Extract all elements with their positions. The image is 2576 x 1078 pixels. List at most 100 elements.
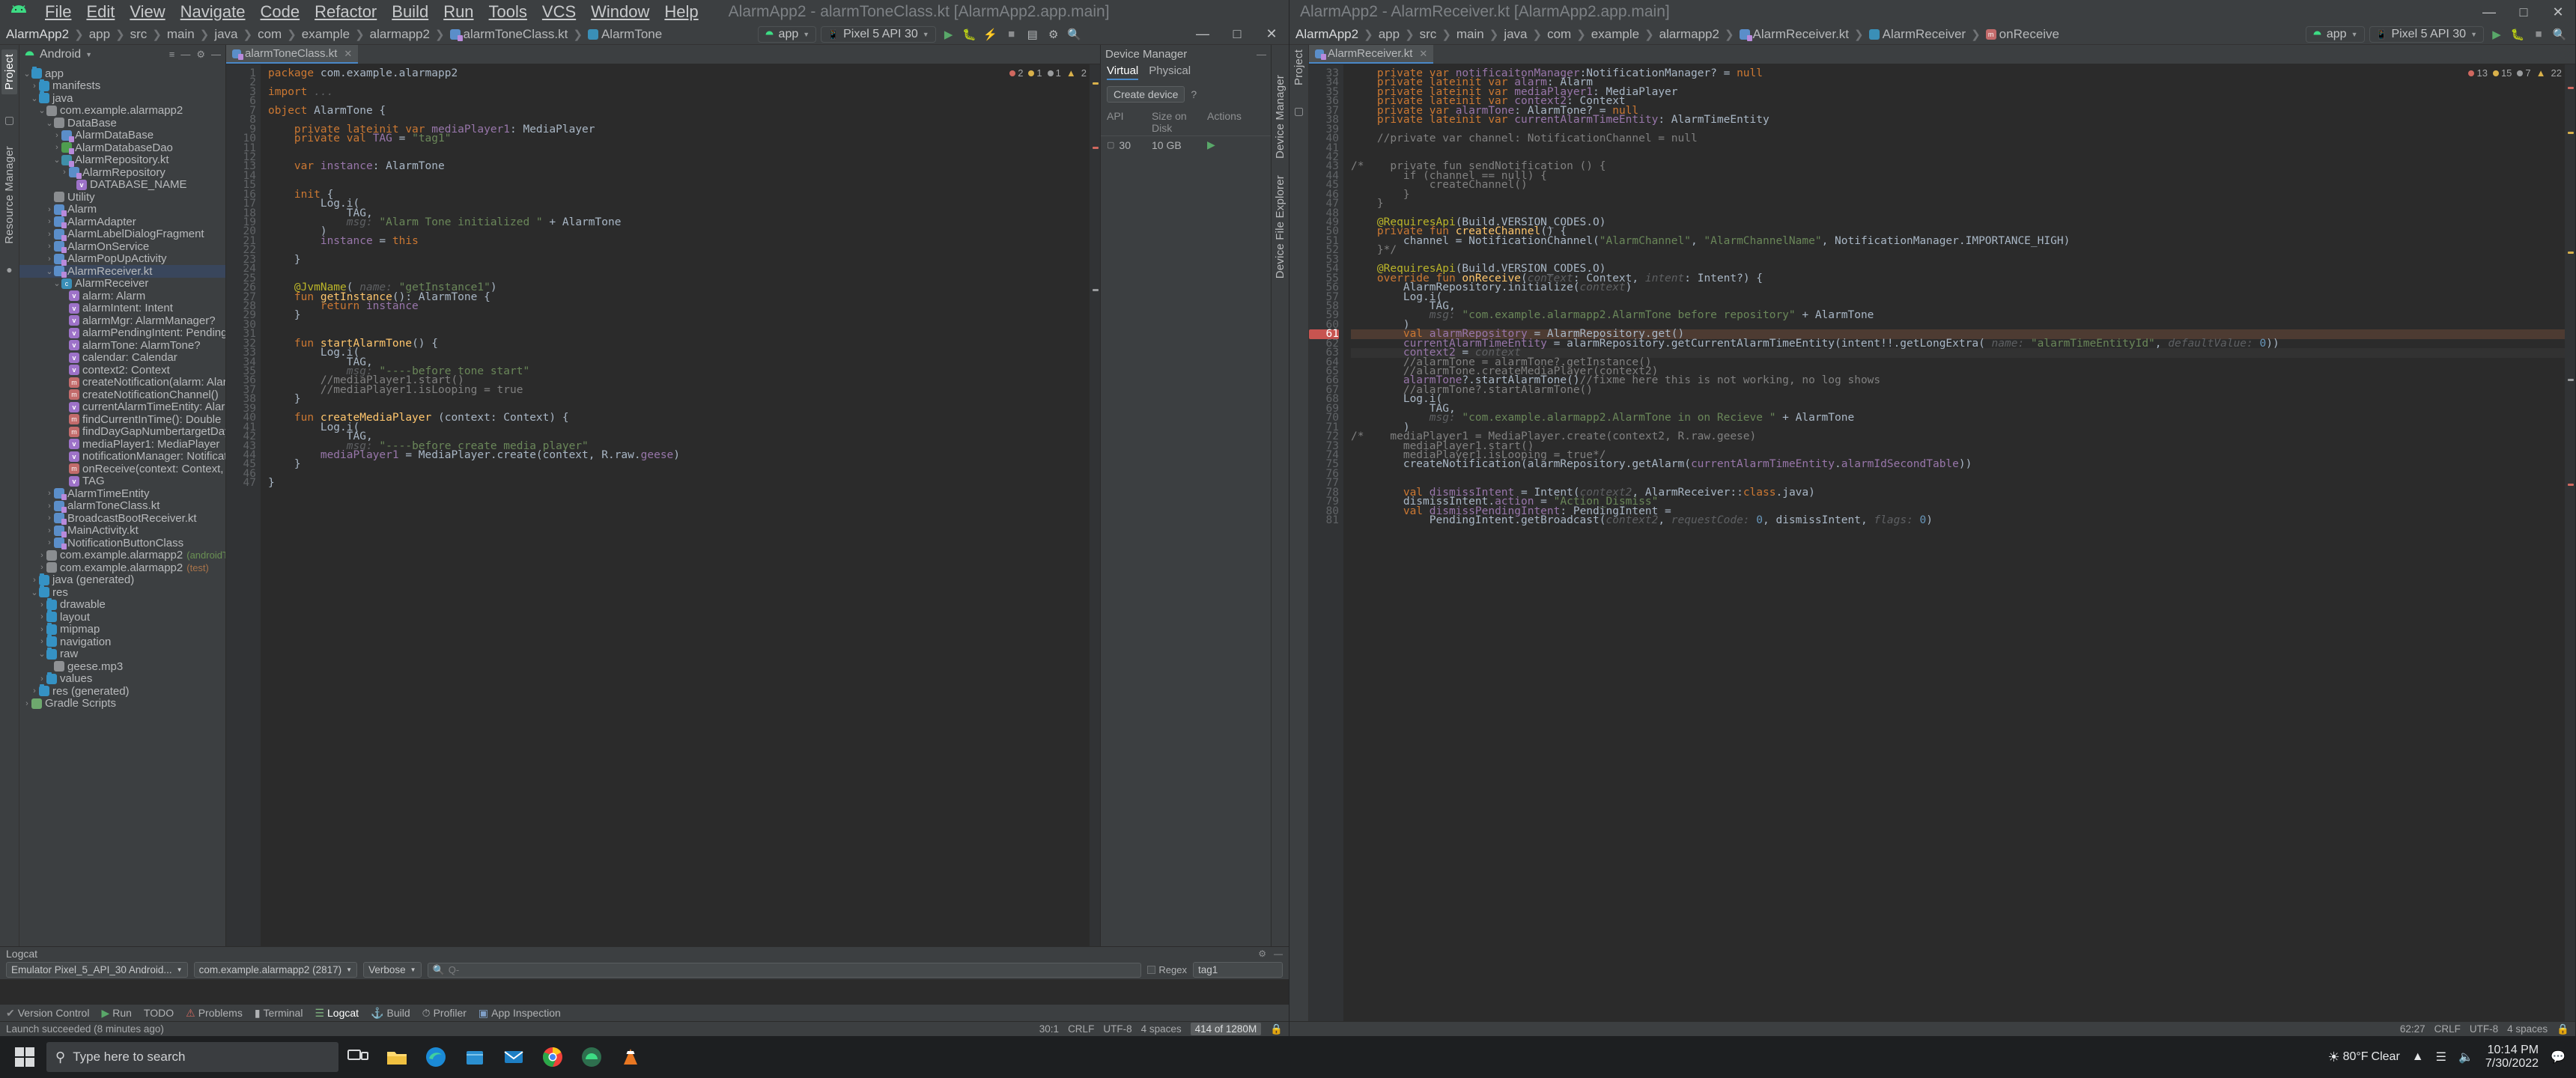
code-line[interactable]: //private var channel: NotificationChann… — [1351, 133, 2565, 144]
breadcrumb-main[interactable]: main — [1456, 27, 1484, 42]
tree-item-finddaygapnumbertargetday-st[interactable]: mfindDayGapNumbertargetDay: St — [19, 425, 225, 438]
breadcrumb-file[interactable]: alarmToneClass.kt — [464, 27, 568, 42]
breadcrumb-method[interactable]: onReceive — [1999, 27, 2059, 42]
chevron-right-icon[interactable]: › — [37, 551, 46, 560]
tree-item-notificationmanager-notification[interactable]: vnotificationManager: Notification — [19, 450, 225, 463]
tree-item-alarmmgr-alarmmanager[interactable]: v alarmMgr: AlarmManager? — [19, 314, 225, 327]
chevron-right-icon[interactable]: › — [37, 612, 46, 621]
code-line[interactable]: return instance — [268, 301, 1090, 312]
file-explorer-icon[interactable] — [377, 1036, 416, 1078]
chevron-right-icon[interactable]: › — [45, 255, 54, 264]
chevron-down-icon[interactable]: ⌄ — [30, 94, 39, 103]
search-everywhere-icon-right[interactable]: 🔍 — [2551, 26, 2568, 43]
tree-item-mipmap[interactable]: › mipmap — [19, 622, 225, 636]
tree-item-drawable[interactable]: › drawable — [19, 597, 225, 611]
tree-item-alarmtimeentity[interactable]: › AlarmTimeEntity — [19, 487, 225, 501]
chevron-right-icon[interactable]: › — [22, 699, 31, 708]
logcat-level-selector[interactable]: Verbose ▼ — [363, 962, 422, 978]
indent-setting[interactable]: 4 spaces — [1141, 1023, 1182, 1035]
help-icon[interactable]: ? — [1191, 88, 1197, 100]
chevron-right-icon[interactable]: › — [45, 526, 54, 535]
tree-item-currentalarmtimeentity-alarmtim[interactable]: vcurrentAlarmTimeEntity: AlarmTim — [19, 401, 225, 413]
tree-item-geese-mp3[interactable]: geese.mp3 — [19, 660, 225, 673]
chevron-right-icon[interactable]: › — [37, 563, 46, 572]
mail-icon[interactable] — [494, 1036, 533, 1078]
tree-item-alarmlabeldialogfragment[interactable]: › AlarmLabelDialogFragment — [19, 228, 225, 241]
tree-item-navigation[interactable]: › navigation — [19, 635, 225, 648]
code-line[interactable]: private val TAG = "tag1" — [268, 133, 1090, 144]
minimize-button[interactable]: — — [1185, 22, 1220, 46]
chevron-right-icon[interactable]: › — [37, 637, 46, 646]
logcat-filter-value[interactable]: tag1 — [1193, 962, 1283, 978]
code-line[interactable] — [268, 246, 1090, 255]
chevron-right-icon[interactable]: › — [45, 242, 54, 251]
chevron-right-icon[interactable]: › — [37, 674, 46, 683]
minimize-button-right[interactable]: — — [2472, 0, 2506, 24]
avd-manager-icon[interactable]: ▤ — [1024, 26, 1041, 43]
menu-help[interactable]: Help — [657, 1, 705, 23]
toolwindow-app-inspection[interactable]: ▣ App Inspection — [479, 1007, 561, 1020]
close-button-right[interactable]: ✕ — [2541, 0, 2575, 24]
run-config-selector-right[interactable]: app ▼ — [2305, 25, 2365, 43]
tree-item-database-name[interactable]: v DATABASE_NAME — [19, 178, 225, 191]
code-line[interactable]: }*/ — [1351, 245, 2565, 256]
toolwindow-todo[interactable]: TODO — [144, 1007, 174, 1019]
device-selector[interactable]: 📱 Pixel 5 API 30 ▼ — [821, 25, 936, 43]
breadcrumb-com[interactable]: com — [1547, 27, 1571, 42]
tree-item-alarmrepository-kt[interactable]: ⌄ AlarmRepository.kt — [19, 153, 225, 167]
chevron-down-icon[interactable]: ⌄ — [37, 106, 46, 115]
tree-item-calendar-calendar[interactable]: v calendar: Calendar — [19, 351, 225, 364]
code-line[interactable] — [268, 320, 1090, 329]
code-line[interactable]: createNotification(alarmRepository.getAl… — [1351, 459, 2565, 470]
chevron-right-icon[interactable]: › — [37, 600, 46, 609]
code-line[interactable]: PendingIntent.getBroadcast(context2, req… — [1351, 515, 2565, 526]
menu-tools[interactable]: Tools — [482, 1, 535, 23]
tree-item-findcurrentintime-double[interactable]: m findCurrentInTime(): Double — [19, 413, 225, 426]
file-encoding[interactable]: UTF-8 — [1103, 1023, 1131, 1035]
menu-vcs[interactable]: VCS — [535, 1, 583, 23]
code-line[interactable]: msg: "com.example.alarmapp2.AlarmTone in… — [1351, 412, 2565, 424]
chevron-right-icon[interactable]: › — [45, 502, 54, 511]
tray-chevron-icon[interactable]: ▲ — [2412, 1050, 2424, 1064]
code-line[interactable]: private lateinit var currentAlarmTimeEnt… — [1351, 115, 2565, 126]
project-view-selector[interactable]: Android — [40, 48, 81, 61]
sidebar-tab-project[interactable]: Project — [1, 49, 17, 95]
menu-file[interactable]: File — [37, 1, 79, 23]
code-line[interactable]: } — [268, 394, 1090, 405]
chevron-down-icon[interactable]: ⌄ — [37, 649, 46, 659]
tree-item-alarmpendingintent-pendingintent[interactable]: valarmPendingIntent: PendingIntent — [19, 326, 225, 339]
tree-item-res[interactable]: ⌄ res — [19, 585, 225, 599]
toolwindow-version-control[interactable]: ✔ Version Control — [6, 1007, 89, 1020]
breadcrumb-alarmapp2[interactable]: alarmapp2 — [370, 27, 430, 42]
file-encoding-right[interactable]: UTF-8 — [2470, 1023, 2498, 1035]
breadcrumb-app[interactable]: app — [89, 27, 110, 42]
commit-icon[interactable]: ▢ — [4, 114, 14, 127]
breadcrumb-file[interactable]: AlarmReceiver.kt — [1753, 27, 1849, 42]
breadcrumb-right[interactable]: AlarmApp2 ❯ app ❯ src ❯ main ❯ java ❯ com ❯ ex… — [1295, 27, 2059, 42]
tree-item-alarmdatabasedao[interactable]: › AlarmDatabaseDao — [19, 141, 225, 155]
breadcrumb-class[interactable]: AlarmTone — [601, 27, 662, 42]
code-line[interactable] — [268, 171, 1090, 180]
marker-bar-left[interactable] — [1090, 64, 1100, 946]
sidebar-tab-device-manager[interactable]: Device Manager — [1274, 75, 1287, 159]
code-line[interactable]: msg: "com.example.alarmapp2.AlarmTone be… — [1351, 310, 2565, 321]
toolwindow-logcat[interactable]: ☰ Logcat — [315, 1007, 359, 1020]
expand-all-icon[interactable]: ≡ — [169, 49, 175, 61]
chevron-down-icon[interactable]: ⌄ — [22, 69, 31, 79]
code-line[interactable]: Log.i( — [1351, 291, 2565, 302]
breadcrumb-class[interactable]: AlarmReceiver — [1883, 27, 1966, 42]
tree-item-utility[interactable]: Utility — [19, 191, 225, 204]
code-line[interactable] — [268, 469, 1090, 478]
tree-item-alarmtoneclass-kt[interactable]: › alarmToneClass.kt — [19, 499, 225, 513]
sidebar-tab-project-right[interactable]: Project — [1292, 49, 1305, 85]
debug-button-right[interactable]: 🐛 — [2509, 26, 2526, 43]
tree-item-res-generated[interactable]: › res (generated) — [19, 684, 225, 698]
code-line[interactable]: fun startAlarmTone() { — [268, 338, 1090, 349]
code-line[interactable]: fun createMediaPlayer (context: Context)… — [268, 412, 1090, 424]
regex-checkbox[interactable]: Regex — [1147, 964, 1187, 975]
code-editor-left[interactable]: package com.example.alarmapp2 import ...… — [261, 64, 1090, 946]
toolwindow-terminal[interactable]: ▮ Terminal — [255, 1007, 303, 1020]
code-line[interactable]: msg: "Alarm Tone initialized " + AlarmTo… — [268, 217, 1090, 228]
code-line[interactable]: createChannel() — [1351, 180, 2565, 191]
menu-run[interactable]: Run — [436, 1, 481, 23]
